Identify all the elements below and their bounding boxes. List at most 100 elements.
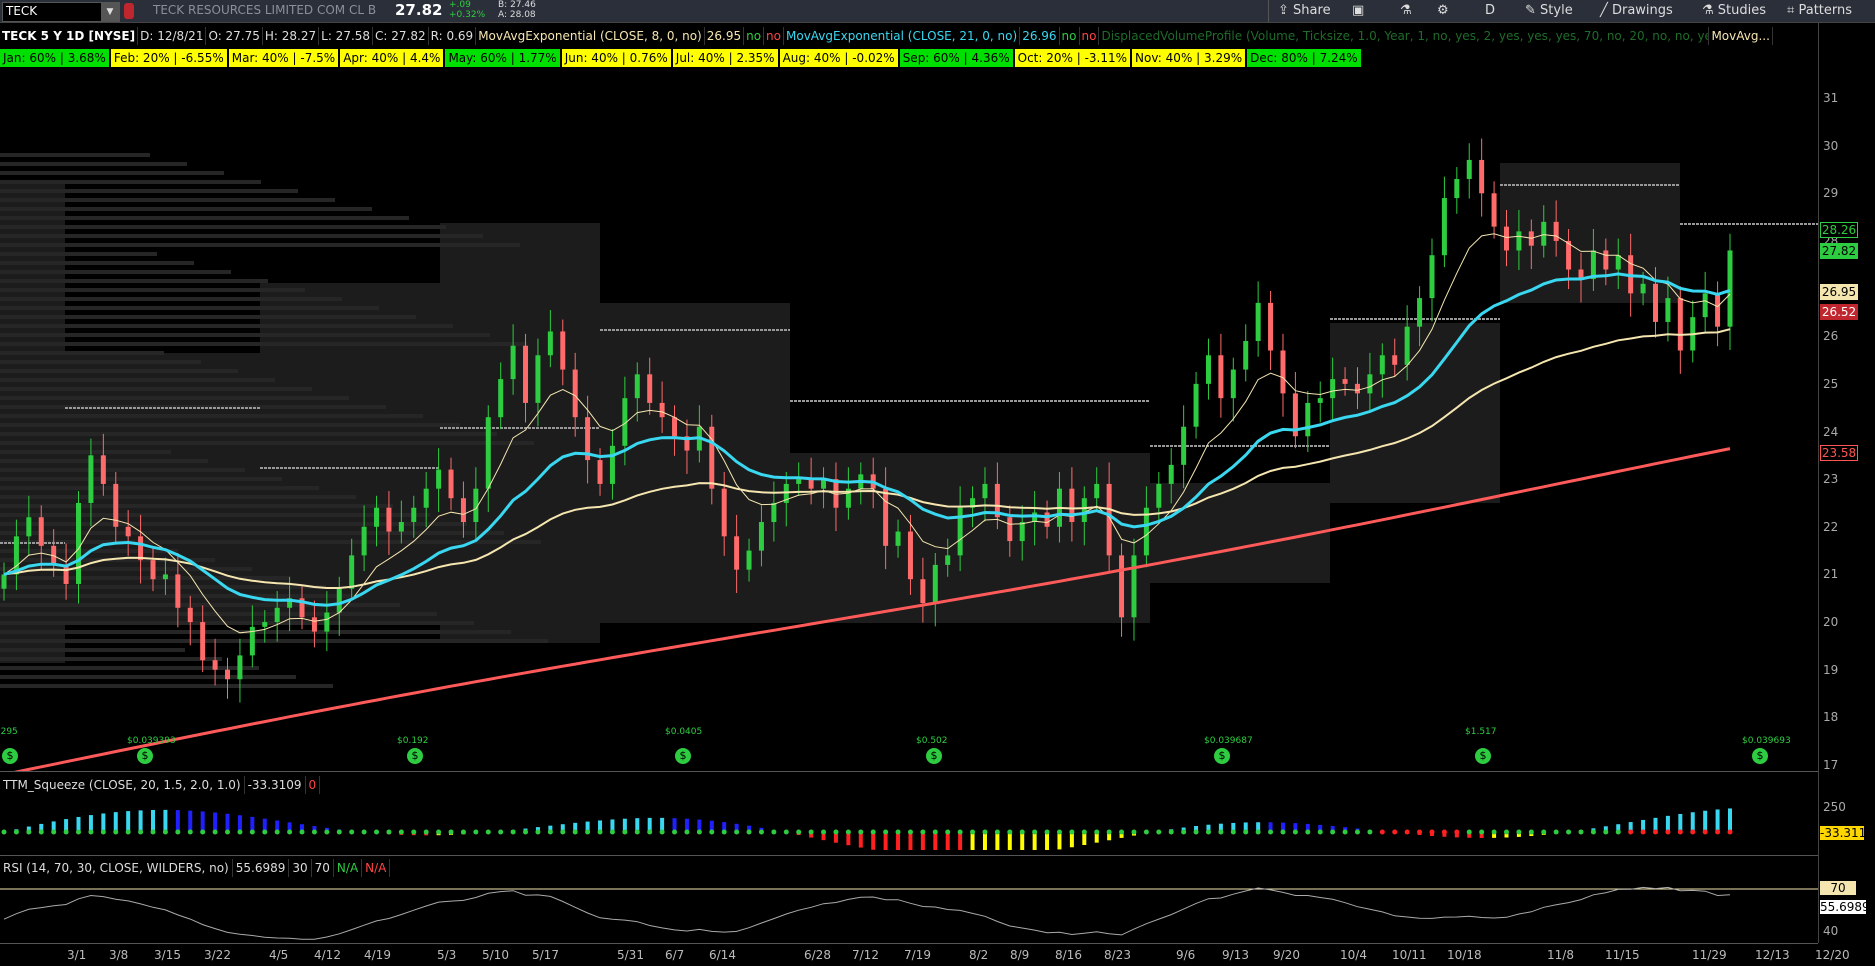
squeeze-dot: [1330, 829, 1336, 835]
date-tick: 3/22: [204, 948, 231, 962]
ttm-tick-top: 250: [1823, 800, 1846, 814]
squeeze-dot: [1516, 829, 1522, 835]
chevron-down-icon[interactable]: ▼: [101, 3, 119, 21]
squeeze-dot: [76, 829, 82, 835]
alert-icon[interactable]: [124, 3, 134, 19]
dividend-icon[interactable]: $: [407, 748, 423, 764]
squeeze-dot: [274, 829, 280, 835]
dividend-icon[interactable]: $: [1214, 748, 1230, 764]
squeeze-dot: [783, 829, 789, 835]
symbol-input[interactable]: TECK ▼: [2, 2, 120, 22]
squeeze-dot: [1, 829, 7, 835]
squeeze-dot: [1268, 829, 1274, 835]
volume-profile-bar: [0, 288, 305, 292]
price-chart[interactable]: [0, 23, 1818, 771]
price-tick: 30: [1823, 138, 1839, 153]
price-tick: 21: [1823, 567, 1839, 582]
squeeze-dot: [1503, 829, 1509, 835]
ttm-bar: [1057, 832, 1062, 850]
rsi-chart[interactable]: [0, 876, 1818, 942]
date-tick: 3/8: [109, 948, 129, 962]
dividend-icon[interactable]: $: [137, 748, 153, 764]
squeeze-dot: [907, 829, 913, 835]
volume-profile-bar: [0, 306, 379, 310]
ttm-bar: [126, 811, 131, 832]
layout-icon[interactable]: ▣: [1352, 2, 1364, 20]
squeeze-dot: [138, 829, 144, 835]
squeeze-dot: [572, 829, 578, 835]
squeeze-dot: [1305, 829, 1311, 835]
date-tick: 9/13: [1222, 948, 1249, 962]
squeeze-dot: [1069, 829, 1075, 835]
squeeze-dot: [709, 829, 715, 835]
squeeze-dot: [721, 829, 727, 835]
date-tick: 5/3: [437, 948, 457, 962]
volume-profile-bar: [0, 441, 534, 445]
date-tick: 10/11: [1392, 948, 1427, 962]
squeeze-dot: [187, 829, 193, 835]
style-button[interactable]: ✎ Style: [1525, 2, 1573, 20]
dividend-icon[interactable]: $: [675, 748, 691, 764]
squeeze-dot: [895, 829, 901, 835]
squeeze-dot: [311, 829, 317, 835]
squeeze-dot: [212, 829, 218, 835]
squeeze-dot: [510, 829, 516, 835]
ttm-bar: [920, 832, 925, 850]
pattern-icon: ⌗: [1787, 3, 1795, 18]
volume-profile-bar: [0, 585, 326, 589]
patterns-button[interactable]: ⌗ Patterns: [1787, 2, 1852, 20]
share-button[interactable]: ⇪ Share: [1278, 2, 1331, 20]
ttm-bar: [138, 810, 143, 832]
volume-profile-bar: [0, 342, 527, 346]
squeeze-dot: [1106, 829, 1112, 835]
price-tick: 19: [1823, 662, 1839, 677]
drawings-button[interactable]: ╱ Drawings: [1600, 2, 1673, 20]
date-tick: 9/20: [1273, 948, 1300, 962]
squeeze-dot: [150, 829, 156, 835]
volume-profile-bar: [0, 234, 483, 238]
dividend-icon[interactable]: $: [1752, 748, 1768, 764]
squeeze-dot: [51, 829, 57, 835]
period-button[interactable]: D: [1485, 2, 1495, 20]
volume-profile-bar: [0, 189, 298, 193]
squeeze-dot: [1119, 829, 1125, 835]
squeeze-dot: [1218, 829, 1224, 835]
rsi-label[interactable]: RSI (14, 70, 30, CLOSE, WILDERS, no): [0, 859, 233, 877]
candle: [1205, 338, 1211, 400]
date-tick: 7/19: [904, 948, 931, 962]
volume-profile-bar: [0, 639, 548, 643]
candle: [1292, 371, 1298, 449]
ttm-bar: [1007, 832, 1012, 850]
squeeze-dot: [1578, 829, 1584, 835]
squeeze-dot: [485, 829, 491, 835]
volume-profile-bar: [0, 675, 296, 679]
volume-profile-bar: [0, 270, 231, 274]
squeeze-dot: [920, 829, 926, 835]
squeeze-dot: [1205, 829, 1211, 835]
squeeze-dot: [1094, 829, 1100, 835]
squeeze-dot: [659, 829, 665, 835]
squeeze-dot: [845, 829, 851, 835]
date-tick: 5/17: [532, 948, 559, 962]
dividend-icon[interactable]: $: [2, 748, 18, 764]
rsi-value-tag: 55.6989: [1820, 900, 1870, 914]
studies-button[interactable]: ⚗ Studies: [1702, 2, 1766, 20]
price-tick: 23: [1823, 472, 1839, 487]
volume-profile-bar: [0, 387, 312, 391]
date-tick: 8/16: [1055, 948, 1082, 962]
price-tick: 20: [1823, 615, 1839, 630]
squeeze-dot: [1441, 829, 1447, 835]
volume-profile-bar: [0, 360, 201, 364]
squeeze-dot: [982, 829, 988, 835]
dividend-icon[interactable]: $: [926, 748, 942, 764]
ttm-squeeze-chart[interactable]: [0, 790, 1818, 850]
candle: [237, 638, 243, 703]
volume-profile-block: [1150, 483, 1330, 583]
volume-profile-bar: [0, 432, 497, 436]
volume-profile-bar: [0, 486, 319, 490]
ttm-bar: [871, 832, 876, 850]
gear-icon[interactable]: ⚙: [1437, 2, 1449, 20]
flask-icon[interactable]: ⚗: [1400, 2, 1412, 20]
dividend-icon[interactable]: $: [1475, 748, 1491, 764]
pen-icon: ✎: [1525, 3, 1536, 18]
